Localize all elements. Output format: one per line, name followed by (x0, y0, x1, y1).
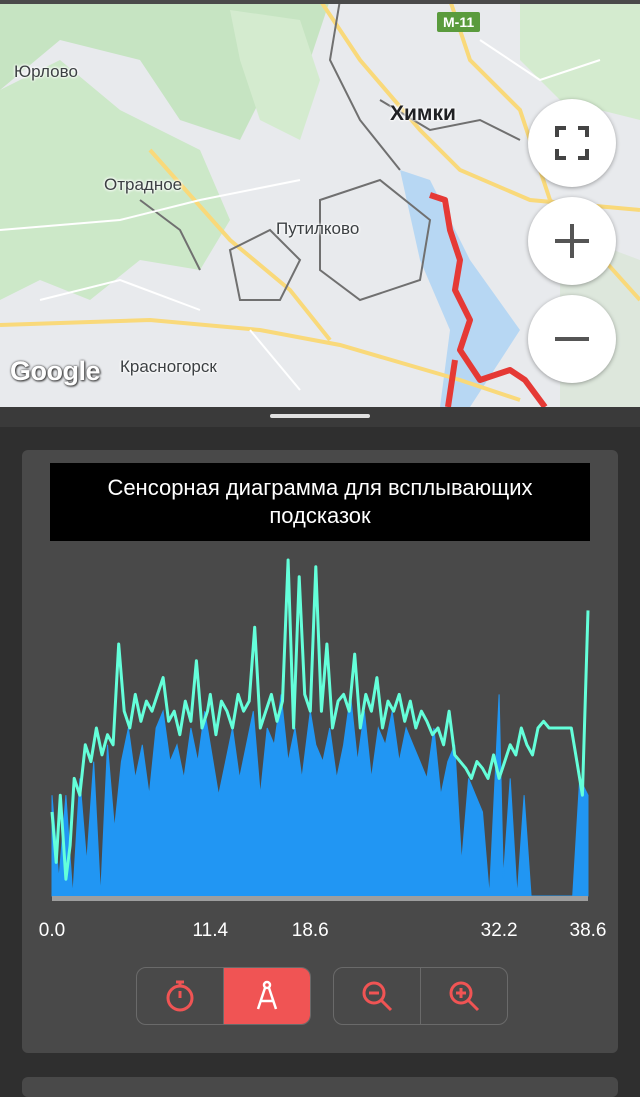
map-view[interactable]: M-11 Юрлово Отрадное Химки Путилково Кра… (0, 0, 640, 407)
place-label: Путилково (276, 219, 360, 238)
zoom-out-map-button[interactable] (528, 295, 616, 383)
chart-zoom-in-button[interactable] (420, 968, 507, 1024)
place-label: Юрлово (14, 62, 78, 81)
x-tick-label: 11.4 (192, 920, 229, 941)
sensor-chart[interactable] (22, 450, 618, 910)
stopwatch-mode-button[interactable] (137, 968, 223, 1024)
zoom-out-icon (362, 981, 393, 1012)
zoom-in-icon (449, 981, 480, 1012)
chart-zoom-out-button[interactable] (334, 968, 420, 1024)
status-bar (0, 0, 640, 4)
compass-divider-icon (256, 980, 278, 1010)
next-card (22, 1077, 618, 1097)
chart-series (50, 558, 590, 897)
place-label: Химки (390, 102, 456, 125)
x-tick-label: 32.2 (480, 920, 518, 941)
panel-divider[interactable] (0, 407, 640, 427)
fullscreen-icon (555, 126, 589, 160)
chart-card: Сенсорная диаграмма для всплывающих подс… (22, 450, 618, 1053)
series-0-area (51, 694, 589, 897)
distance-mode-button[interactable] (223, 968, 310, 1024)
fullscreen-button[interactable] (528, 99, 616, 187)
mode-toggle-group (136, 967, 311, 1025)
place-label: Отрадное (104, 175, 183, 194)
place-label: Красногорск (120, 357, 217, 376)
zoom-in-map-button[interactable] (528, 197, 616, 285)
plus-icon (555, 224, 589, 258)
x-axis-line (52, 896, 588, 901)
drag-handle[interactable] (270, 414, 370, 418)
google-logo: Google (10, 356, 101, 386)
zoom-toggle-group (333, 967, 508, 1025)
x-tick-label: 0.0 (38, 920, 66, 941)
x-tick-label: 18.6 (291, 920, 329, 941)
stopwatch-icon (166, 980, 194, 1012)
minus-icon (555, 337, 589, 341)
road-shield: M-11 (437, 12, 481, 32)
x-tick-label: 38.6 (569, 920, 607, 941)
